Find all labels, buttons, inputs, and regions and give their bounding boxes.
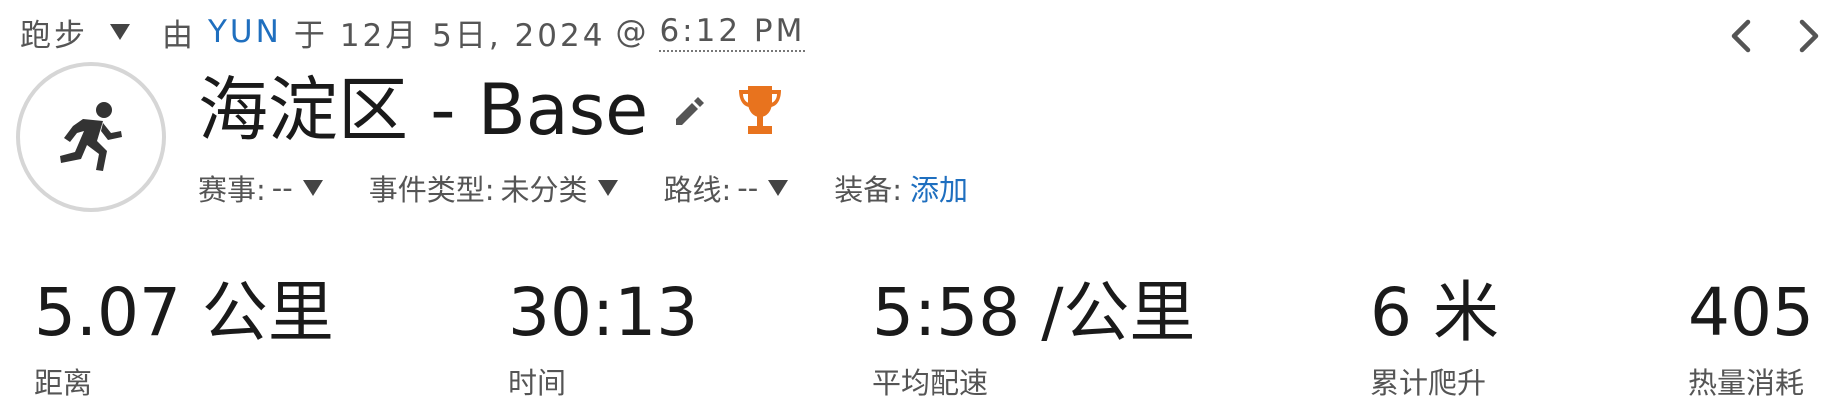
user-link[interactable]: YUN xyxy=(208,14,282,50)
stat-distance: 5.07 公里 距离 xyxy=(34,280,334,402)
event-type-value: 未分类 xyxy=(500,173,588,207)
stat-pace: 5:58 /公里 平均配速 xyxy=(872,280,1195,402)
stat-calories: 405 热量消耗 xyxy=(1688,280,1814,402)
route-value: -- xyxy=(737,171,759,205)
race-field[interactable]: 赛事: -- xyxy=(198,167,323,209)
by-label: 由 xyxy=(162,17,196,54)
activity-attributes: 赛事: -- 事件类型: 未分类 路线: -- 装备: 添加 xyxy=(198,166,1014,210)
trophy-icon xyxy=(739,86,782,134)
activity-header: 跑步 由 YUN 于 12月 5日, 2024 @ 6:12 PM 海淀区 - … xyxy=(0,0,1836,408)
stat-label: 距离 xyxy=(34,366,93,400)
previous-activity-button[interactable] xyxy=(1724,16,1760,56)
stat-label: 平均配速 xyxy=(872,366,989,400)
sport-dropdown-caret-icon[interactable] xyxy=(110,24,130,40)
at-label: @ xyxy=(615,14,650,50)
gear-field: 装备: 添加 xyxy=(834,167,968,209)
on-label: 于 xyxy=(293,17,328,54)
event-type-field[interactable]: 事件类型: 未分类 xyxy=(369,167,618,209)
activity-date: 12月 5日, 2024 xyxy=(339,17,606,54)
activity-title: 海淀区 - Base xyxy=(198,69,649,151)
pencil-icon[interactable] xyxy=(670,93,705,127)
stat-label: 时间 xyxy=(508,366,567,400)
stat-value: 405 xyxy=(1688,274,1814,351)
runner-icon xyxy=(60,102,122,171)
stat-value: 5.07 公里 xyxy=(34,274,334,351)
route-label: 路线: xyxy=(663,173,732,207)
add-gear-link[interactable]: 添加 xyxy=(910,167,968,209)
stat-label: 热量消耗 xyxy=(1688,366,1805,400)
stat-value: 6 米 xyxy=(1370,274,1499,351)
activity-time[interactable]: 6:12 PM xyxy=(659,13,806,52)
gear-label: 装备: xyxy=(834,173,903,207)
next-activity-button[interactable] xyxy=(1790,16,1826,56)
route-field[interactable]: 路线: -- xyxy=(664,167,789,209)
stat-value: 30:13 xyxy=(508,274,699,351)
race-label: 赛事: xyxy=(198,173,266,207)
stat-value: 5:58 /公里 xyxy=(872,274,1196,351)
activity-type-avatar xyxy=(16,62,166,212)
stat-elevation-gain: 6 米 累计爬升 xyxy=(1370,280,1499,402)
activity-meta: 跑步 由 YUN 于 12月 5日, 2024 @ 6:12 PM xyxy=(20,10,806,55)
race-dropdown-caret-icon[interactable] xyxy=(302,180,323,196)
sport-type[interactable]: 跑步 xyxy=(20,10,88,55)
chevron-left-icon xyxy=(1731,19,1751,53)
event-type-label: 事件类型: xyxy=(368,173,495,207)
event-type-dropdown-caret-icon[interactable] xyxy=(597,180,618,196)
race-value: -- xyxy=(271,171,293,205)
title-row: 海淀区 - Base xyxy=(198,60,784,160)
chevron-right-icon xyxy=(1799,19,1819,53)
stat-label: 累计爬升 xyxy=(1370,366,1487,400)
stat-time: 30:13 时间 xyxy=(508,280,698,402)
route-dropdown-caret-icon[interactable] xyxy=(768,180,789,196)
